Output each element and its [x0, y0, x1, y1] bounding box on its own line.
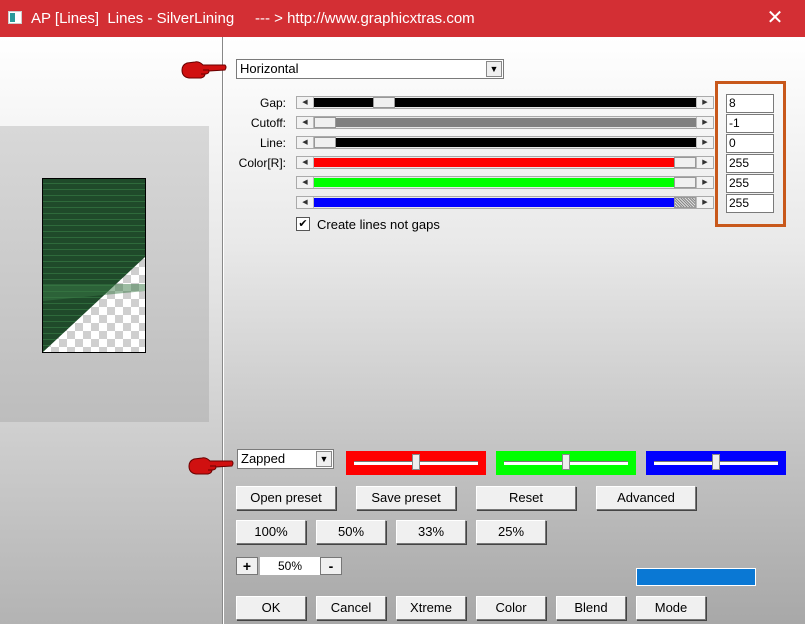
slider-thumb[interactable]: [712, 454, 720, 470]
zoom-50-button[interactable]: 50%: [316, 520, 386, 544]
window-title: AP [Lines] Lines - SilverLining --- > ht…: [31, 10, 475, 27]
line-label: Line:: [259, 136, 286, 150]
line-slider[interactable]: ◀ ▶: [296, 136, 714, 149]
values-highlight-box: [715, 81, 786, 227]
left-arrow-icon[interactable]: ◀: [297, 177, 314, 188]
slider-thumb[interactable]: [412, 454, 420, 470]
reset-button[interactable]: Reset: [476, 486, 576, 510]
zoom-out-button[interactable]: -: [320, 557, 342, 575]
preview-panel: [0, 37, 222, 624]
mode-button[interactable]: Mode: [636, 596, 706, 620]
right-arrow-icon[interactable]: ▶: [696, 97, 713, 108]
right-arrow-icon[interactable]: ▶: [696, 157, 713, 168]
green-slider[interactable]: ◀ ▶: [296, 176, 714, 189]
mini-red-slider[interactable]: [346, 451, 486, 475]
pointing-hand-icon: [188, 457, 234, 475]
direction-select[interactable]: Horizontal ▼: [236, 59, 504, 79]
create-lines-label: Create lines not gaps: [317, 217, 440, 232]
zoom-33-button[interactable]: 33%: [396, 520, 466, 544]
cancel-button[interactable]: Cancel: [316, 596, 386, 620]
right-arrow-icon[interactable]: ▶: [696, 197, 713, 208]
preview-image: [42, 178, 146, 353]
slider-thumb[interactable]: [373, 97, 395, 108]
chevron-down-icon[interactable]: ▼: [486, 61, 502, 77]
gap-label: Gap:: [259, 96, 286, 110]
ok-button[interactable]: OK: [236, 596, 306, 620]
xtreme-button[interactable]: Xtreme: [396, 596, 466, 620]
right-arrow-icon[interactable]: ▶: [696, 117, 713, 128]
color-button[interactable]: Color: [476, 596, 546, 620]
slider-thumb[interactable]: [314, 137, 336, 148]
open-preset-button[interactable]: Open preset: [236, 486, 336, 510]
left-arrow-icon[interactable]: ◀: [297, 137, 314, 148]
slider-thumb[interactable]: [674, 177, 696, 188]
blend-button[interactable]: Blend: [556, 596, 626, 620]
save-preset-button[interactable]: Save preset: [356, 486, 456, 510]
chevron-down-icon[interactable]: ▼: [316, 451, 332, 467]
left-arrow-icon[interactable]: ◀: [297, 157, 314, 168]
direction-select-value: Horizontal: [240, 61, 299, 76]
pointing-hand-icon: [181, 61, 227, 79]
slider-thumb[interactable]: [674, 157, 696, 168]
mode-select[interactable]: Zapped ▼: [237, 449, 334, 469]
cutoff-slider[interactable]: ◀ ▶: [296, 116, 714, 129]
right-arrow-icon[interactable]: ▶: [696, 177, 713, 188]
zoom-level: 50%: [260, 557, 320, 575]
color-swatch[interactable]: [636, 568, 756, 586]
left-arrow-icon[interactable]: ◀: [297, 197, 314, 208]
color-r-label: Color[R]:: [238, 156, 286, 170]
zoom-100-button[interactable]: 100%: [236, 520, 306, 544]
advanced-button[interactable]: Advanced: [596, 486, 696, 510]
blue-slider[interactable]: ◀ ▶: [296, 196, 714, 209]
close-icon[interactable]: ✕: [760, 5, 790, 31]
mini-blue-slider[interactable]: [646, 451, 786, 475]
left-arrow-icon[interactable]: ◀: [297, 117, 314, 128]
title-bar: AP [Lines] Lines - SilverLining --- > ht…: [0, 0, 805, 37]
red-slider[interactable]: ◀ ▶: [296, 156, 714, 169]
create-lines-checkbox[interactable]: ✔: [296, 217, 310, 231]
preview-area: [0, 126, 209, 422]
zoom-25-button[interactable]: 25%: [476, 520, 546, 544]
cutoff-label: Cutoff:: [250, 116, 286, 130]
right-arrow-icon[interactable]: ▶: [696, 137, 713, 148]
zoom-in-button[interactable]: +: [236, 557, 258, 575]
slider-thumb[interactable]: [674, 197, 696, 208]
mode-select-value: Zapped: [241, 451, 286, 466]
slider-thumb[interactable]: [314, 117, 336, 128]
left-arrow-icon[interactable]: ◀: [297, 97, 314, 108]
app-icon: [8, 11, 22, 24]
mini-green-slider[interactable]: [496, 451, 636, 475]
gap-slider[interactable]: ◀ ▶: [296, 96, 714, 109]
slider-thumb[interactable]: [562, 454, 570, 470]
